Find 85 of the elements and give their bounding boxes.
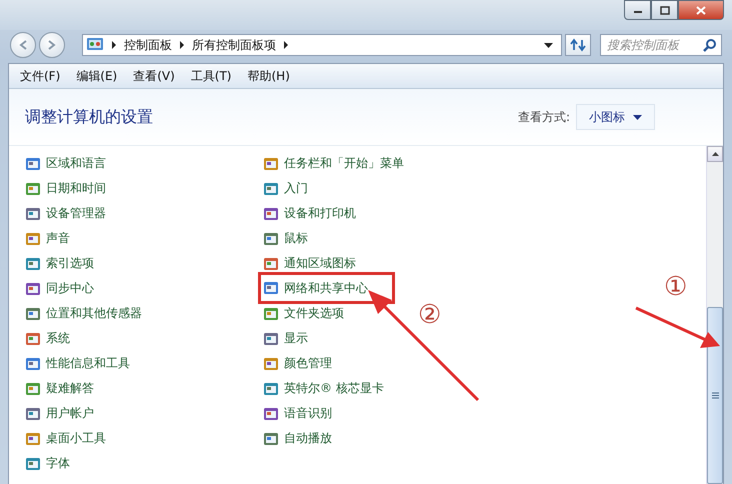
control-panel-link[interactable]: 英特尔® 核芯显卡 bbox=[263, 376, 388, 401]
circled-number: ① bbox=[664, 274, 687, 300]
control-panel-link[interactable]: 声音 bbox=[25, 226, 74, 251]
breadcrumb[interactable]: 控制面板 bbox=[124, 36, 172, 54]
close-button[interactable] bbox=[678, 0, 724, 20]
scrollbar[interactable] bbox=[706, 146, 723, 484]
control-panel-link[interactable]: 鼠标 bbox=[263, 226, 312, 251]
menu-item[interactable]: 编辑(E) bbox=[69, 68, 124, 84]
window-icon bbox=[25, 456, 41, 472]
window-icon bbox=[25, 256, 41, 272]
window-icon bbox=[263, 356, 279, 372]
breadcrumb[interactable]: 所有控制面板项 bbox=[192, 36, 276, 54]
refresh-button[interactable] bbox=[565, 34, 591, 56]
window-icon bbox=[263, 230, 279, 246]
control-panel-link[interactable]: 显示 bbox=[263, 326, 312, 351]
window-icon bbox=[25, 180, 41, 196]
page-title: 调整计算机的设置 bbox=[25, 106, 153, 128]
control-panel-link[interactable]: 同步中心 bbox=[25, 276, 98, 301]
window-icon bbox=[25, 156, 41, 172]
control-panel-link[interactable]: 通知区域图标 bbox=[263, 251, 360, 276]
window-icon bbox=[263, 306, 279, 322]
window-icon bbox=[25, 280, 41, 296]
window-icon bbox=[263, 430, 279, 446]
control-panel-link[interactable]: 位置和其他传感器 bbox=[25, 301, 146, 326]
menu-item[interactable]: 查看(V) bbox=[126, 68, 182, 84]
control-panel-link[interactable]: 文件夹选项 bbox=[263, 301, 348, 326]
close-icon bbox=[696, 6, 706, 14]
control-panel-link[interactable]: 用户帐户 bbox=[25, 401, 98, 426]
circled-number: ② bbox=[418, 302, 441, 328]
menu-item[interactable]: 文件(F) bbox=[13, 68, 68, 84]
window-icon bbox=[263, 280, 279, 296]
control-panel-link[interactable]: 桌面小工具 bbox=[25, 426, 110, 451]
window-icon bbox=[25, 430, 41, 446]
control-panel-link[interactable]: 任务栏和「开始」菜单 bbox=[263, 151, 408, 176]
control-panel-link[interactable]: 字体 bbox=[25, 451, 74, 476]
control-panel-link[interactable]: 颜色管理 bbox=[263, 351, 336, 376]
control-panel-link[interactable]: 设备管理器 bbox=[25, 201, 110, 226]
window-icon bbox=[263, 406, 279, 422]
search-field[interactable]: 搜索控制面板 bbox=[600, 34, 722, 56]
menu-item[interactable]: 工具(T) bbox=[184, 68, 238, 84]
control-panel-link[interactable]: 系统 bbox=[25, 326, 74, 351]
view-by-dropdown[interactable]: 小图标 bbox=[576, 104, 655, 130]
scroll-up-button[interactable] bbox=[707, 146, 723, 162]
chevron-icon bbox=[283, 41, 289, 49]
chevron-icon bbox=[179, 41, 185, 49]
window-icon bbox=[25, 306, 41, 322]
back-button[interactable] bbox=[10, 32, 36, 58]
control-panel-link[interactable]: 入门 bbox=[263, 176, 312, 201]
window-icon bbox=[263, 206, 279, 222]
menu-item[interactable]: 帮助(H) bbox=[240, 68, 297, 84]
address-bar[interactable]: 控制面板 所有控制面板项 bbox=[82, 34, 562, 56]
control-panel-link[interactable]: 性能信息和工具 bbox=[25, 351, 134, 376]
control-panel-link[interactable]: 索引选项 bbox=[25, 251, 98, 276]
control-panel-link[interactable]: 区域和语言 bbox=[25, 151, 110, 176]
window-icon bbox=[25, 230, 41, 246]
up-arrow-icon bbox=[712, 152, 718, 156]
chevron-icon bbox=[111, 41, 117, 49]
control-panel-link[interactable]: 日期和时间 bbox=[25, 176, 110, 201]
forward-button[interactable] bbox=[39, 32, 65, 58]
control-panel-link[interactable]: 自动播放 bbox=[263, 426, 336, 451]
window-icon bbox=[25, 330, 41, 346]
control-panel-link[interactable]: 设备和打印机 bbox=[263, 201, 360, 226]
refresh-icon bbox=[570, 38, 586, 52]
window-icon bbox=[25, 380, 41, 396]
window-icon bbox=[263, 330, 279, 346]
window-icon bbox=[263, 156, 279, 172]
control-panel-link[interactable]: 网络和共享中心 bbox=[263, 277, 390, 299]
search-icon bbox=[703, 38, 717, 52]
scroll-thumb[interactable] bbox=[707, 307, 723, 484]
window-icon bbox=[263, 180, 279, 196]
window-icon bbox=[263, 380, 279, 396]
dropdown-caret-icon bbox=[544, 42, 553, 48]
maximize-icon bbox=[660, 6, 670, 14]
grip-icon bbox=[712, 392, 718, 399]
control-panel-link[interactable]: 疑难解答 bbox=[25, 376, 98, 401]
window-icon bbox=[25, 406, 41, 422]
window-icon bbox=[25, 356, 41, 372]
minimize-button[interactable] bbox=[624, 0, 651, 20]
window-icon bbox=[263, 256, 279, 272]
window-icon bbox=[25, 206, 41, 222]
maximize-button[interactable] bbox=[651, 0, 678, 20]
control-panel-link[interactable]: 语音识别 bbox=[263, 401, 336, 426]
dropdown-caret-icon bbox=[633, 114, 642, 120]
view-by-label: 查看方式: bbox=[518, 108, 570, 126]
control-panel-icon bbox=[86, 37, 104, 53]
